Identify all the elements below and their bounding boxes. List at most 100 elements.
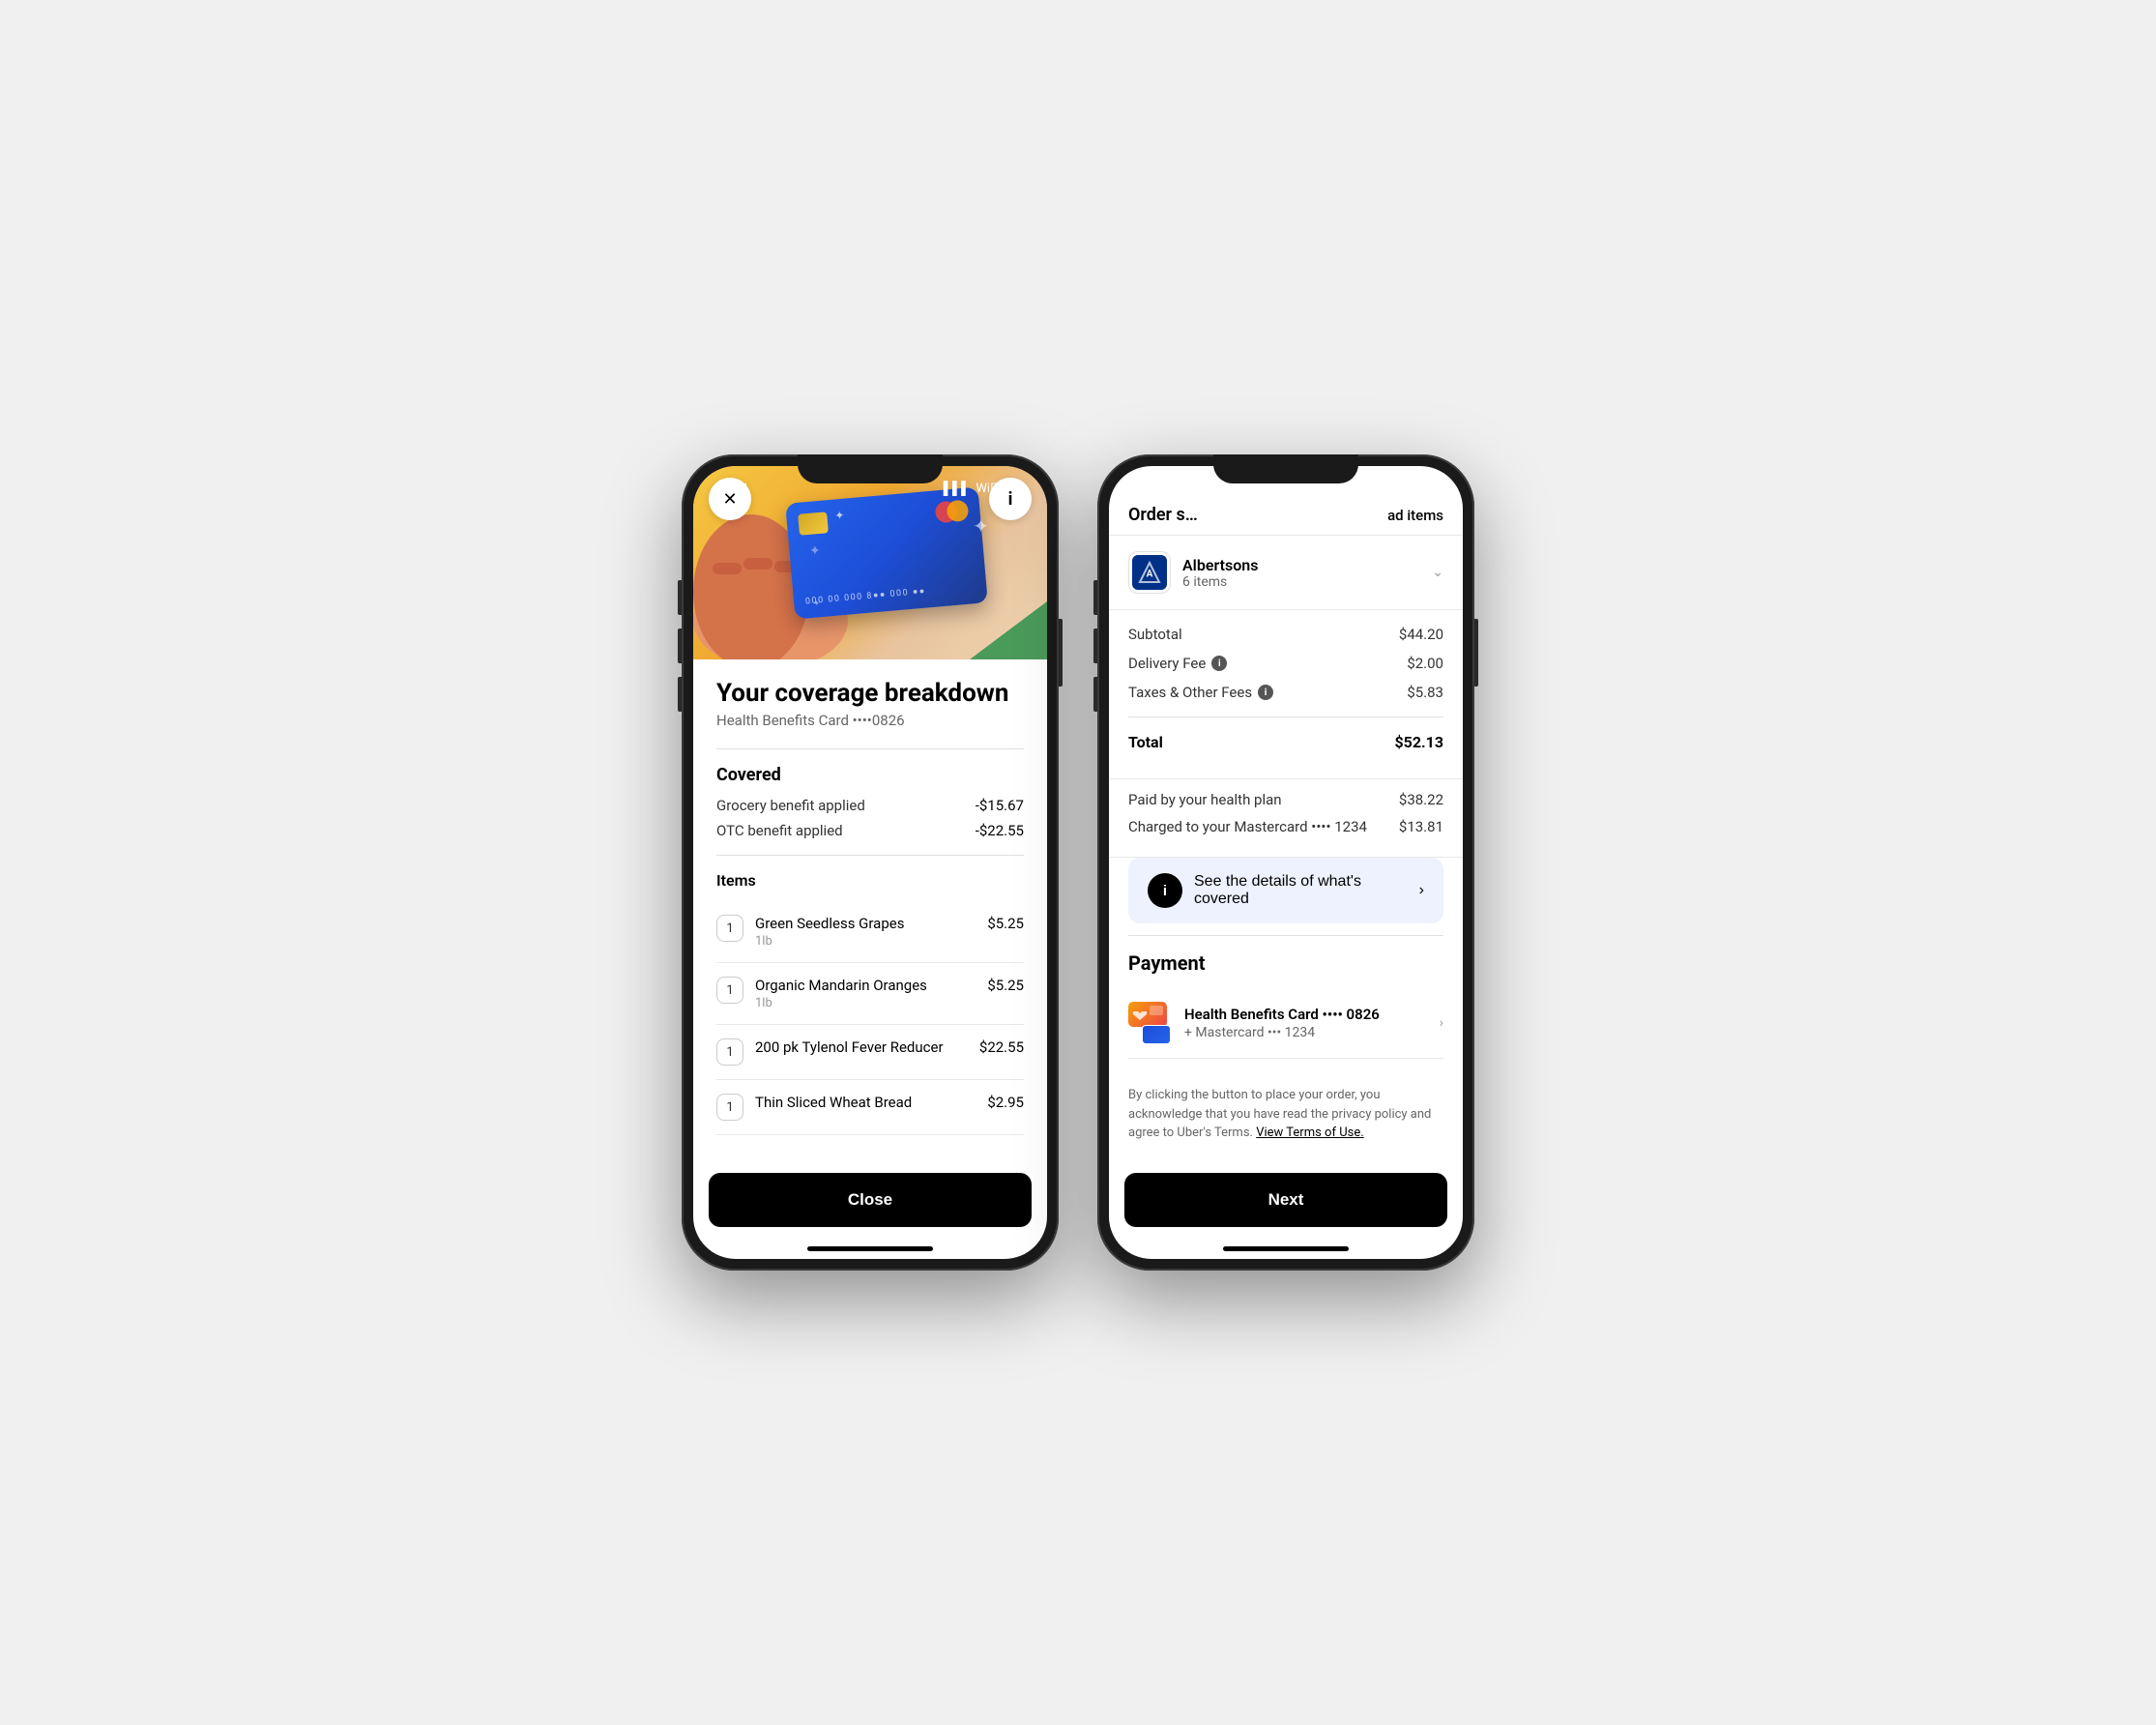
paid-by-plan-value: $38.22 bbox=[1399, 791, 1443, 808]
item-info-1: Organic Mandarin Oranges 1lb bbox=[755, 977, 976, 1010]
item-row-3: 1 Thin Sliced Wheat Bread $2.95 bbox=[716, 1080, 1024, 1135]
subtotal-row: Subtotal $44.20 bbox=[1128, 626, 1443, 643]
store-info: Albertsons 6 items bbox=[1182, 556, 1432, 590]
health-card-icon bbox=[1128, 1002, 1167, 1027]
bg-sparkle-2: ✦ bbox=[809, 543, 821, 559]
store-chevron-icon[interactable]: ⌄ bbox=[1432, 565, 1443, 580]
phones-container: 9:41 ▌▌▌ WiFi ⬤ bbox=[682, 454, 1474, 1271]
phone-1-inner: 9:41 ▌▌▌ WiFi ⬤ bbox=[693, 466, 1047, 1259]
charged-to-row: Charged to your Mastercard •••• 1234 $13… bbox=[1128, 818, 1443, 835]
item-desc-0: 1lb bbox=[755, 934, 976, 949]
close-button[interactable]: Close bbox=[709, 1173, 1032, 1227]
partial-header-link[interactable]: ad items bbox=[1387, 507, 1443, 524]
item-info-0: Green Seedless Grapes 1lb bbox=[755, 915, 976, 949]
store-name: Albertsons bbox=[1182, 556, 1432, 574]
hero-green bbox=[970, 601, 1047, 659]
coverage-title: Your coverage breakdown bbox=[716, 679, 1024, 708]
mastercard-small-icon bbox=[1142, 1025, 1171, 1044]
charged-to-label: Charged to your Mastercard •••• 1234 bbox=[1128, 818, 1367, 835]
delivery-value: $2.00 bbox=[1407, 655, 1443, 672]
sparkle-2: ✦ bbox=[813, 599, 820, 608]
home-indicator-2 bbox=[1223, 1246, 1349, 1251]
taxes-row: Taxes & Other Fees i $5.83 bbox=[1128, 684, 1443, 701]
payment-sub: + Mastercard ••• 1234 bbox=[1184, 1025, 1426, 1040]
order-content: A Albertsons 6 items ⌄ Subtotal $44.20 bbox=[1109, 536, 1463, 1161]
delivery-info-icon[interactable]: i bbox=[1211, 656, 1227, 671]
item-row-2: 1 200 pk Tylenol Fever Reducer $22.55 bbox=[716, 1025, 1024, 1080]
order-summary: Subtotal $44.20 Delivery Fee i $2.00 Tax… bbox=[1109, 610, 1463, 779]
details-coverage-button[interactable]: i See the details of what's covered › bbox=[1128, 858, 1443, 923]
signal-icon-1: ▌▌▌ bbox=[944, 481, 971, 496]
details-btn-wrap: i See the details of what's covered › bbox=[1109, 858, 1463, 935]
sparkle-1: ✦ bbox=[834, 509, 845, 523]
phone-2-inner: Order s… ad items A Albertsons bbox=[1109, 466, 1463, 1259]
legal-paragraph-1: By clicking the button to place your ord… bbox=[1128, 1086, 1443, 1143]
details-chevron-icon: › bbox=[1419, 882, 1424, 899]
item-qty-1: 1 bbox=[716, 977, 743, 1004]
benefit-row-2: OTC benefit applied -$22.55 bbox=[716, 822, 1024, 839]
partial-header-title: Order s… bbox=[1128, 505, 1198, 525]
coverage-content: Your coverage breakdown Health Benefits … bbox=[693, 659, 1047, 1161]
items-header: Items bbox=[716, 871, 1024, 890]
item-desc-1: 1lb bbox=[755, 996, 976, 1010]
taxes-label-wrap: Taxes & Other Fees i bbox=[1128, 684, 1273, 701]
covered-header: Covered bbox=[716, 765, 1024, 785]
taxes-info-icon[interactable]: i bbox=[1258, 685, 1273, 700]
info-icon-btn[interactable]: i bbox=[989, 478, 1032, 520]
delivery-label: Delivery Fee bbox=[1128, 655, 1206, 672]
paid-by-plan-label: Paid by your health plan bbox=[1128, 791, 1282, 808]
notch-2 bbox=[1213, 454, 1358, 483]
item-qty-2: 1 bbox=[716, 1038, 743, 1066]
item-price-1: $5.25 bbox=[987, 977, 1024, 994]
item-qty-0: 1 bbox=[716, 915, 743, 942]
payment-name: Health Benefits Card •••• 0826 bbox=[1184, 1006, 1426, 1023]
phone-1: 9:41 ▌▌▌ WiFi ⬤ bbox=[682, 454, 1059, 1271]
item-name-0: Green Seedless Grapes bbox=[755, 915, 976, 932]
delivery-row: Delivery Fee i $2.00 bbox=[1128, 655, 1443, 672]
benefit-amount-2: -$22.55 bbox=[976, 822, 1024, 839]
item-info-2: 200 pk Tylenol Fever Reducer bbox=[755, 1038, 968, 1058]
payment-info: Health Benefits Card •••• 0826 + Masterc… bbox=[1184, 1006, 1426, 1040]
phone-2: Order s… ad items A Albertsons bbox=[1097, 454, 1474, 1271]
total-label: Total bbox=[1128, 733, 1163, 751]
paid-section: Paid by your health plan $38.22 Charged … bbox=[1109, 779, 1463, 858]
item-row-0: 1 Green Seedless Grapes 1lb $5.25 bbox=[716, 901, 1024, 963]
delivery-label-wrap: Delivery Fee i bbox=[1128, 655, 1227, 672]
benefit-amount-1: -$15.67 bbox=[976, 797, 1024, 814]
home-indicator-1 bbox=[807, 1246, 933, 1251]
payment-method[interactable]: Health Benefits Card •••• 0826 + Masterc… bbox=[1128, 988, 1443, 1059]
bg-sparkle-1: ✦ bbox=[973, 514, 989, 538]
item-price-0: $5.25 bbox=[987, 915, 1024, 932]
item-name-3: Thin Sliced Wheat Bread bbox=[755, 1094, 976, 1111]
heart-icon bbox=[1132, 1011, 1148, 1021]
benefit-row-1: Grocery benefit applied -$15.67 bbox=[716, 797, 1024, 814]
item-info-3: Thin Sliced Wheat Bread bbox=[755, 1094, 976, 1113]
store-logo: A bbox=[1128, 551, 1171, 594]
taxes-value: $5.83 bbox=[1407, 684, 1443, 701]
total-value: $52.13 bbox=[1394, 733, 1443, 751]
close-btn-bar: Close bbox=[693, 1161, 1047, 1239]
card-number: 000 00 000 8●● 000 ●● bbox=[805, 581, 976, 606]
benefit-label-2: OTC benefit applied bbox=[716, 822, 843, 839]
coverage-subtitle: Health Benefits Card ••••0826 bbox=[716, 712, 1024, 729]
subtotal-label: Subtotal bbox=[1128, 626, 1182, 643]
svg-text:A: A bbox=[1147, 569, 1153, 579]
notch-1 bbox=[798, 454, 943, 483]
payment-chevron-icon: › bbox=[1440, 1015, 1443, 1031]
item-row-1: 1 Organic Mandarin Oranges 1lb $5.25 bbox=[716, 963, 1024, 1025]
total-row: Total $52.13 bbox=[1128, 733, 1443, 751]
store-items: 6 items bbox=[1182, 574, 1432, 590]
item-name-2: 200 pk Tylenol Fever Reducer bbox=[755, 1038, 968, 1056]
payment-section: Payment bbox=[1109, 936, 1463, 1074]
details-info-icon: i bbox=[1148, 873, 1182, 908]
taxes-label: Taxes & Other Fees bbox=[1128, 684, 1252, 701]
close-icon-btn[interactable]: ✕ bbox=[709, 478, 751, 520]
next-btn-bar: Next bbox=[1109, 1161, 1463, 1239]
next-button[interactable]: Next bbox=[1124, 1173, 1447, 1227]
payment-title: Payment bbox=[1128, 951, 1443, 975]
paid-by-plan-row: Paid by your health plan $38.22 bbox=[1128, 791, 1443, 808]
subtotal-value: $44.20 bbox=[1399, 626, 1443, 643]
legal-text: By clicking the button to place your ord… bbox=[1109, 1074, 1463, 1161]
divider-1 bbox=[716, 748, 1024, 749]
terms-link[interactable]: View Terms of Use. bbox=[1256, 1126, 1363, 1140]
